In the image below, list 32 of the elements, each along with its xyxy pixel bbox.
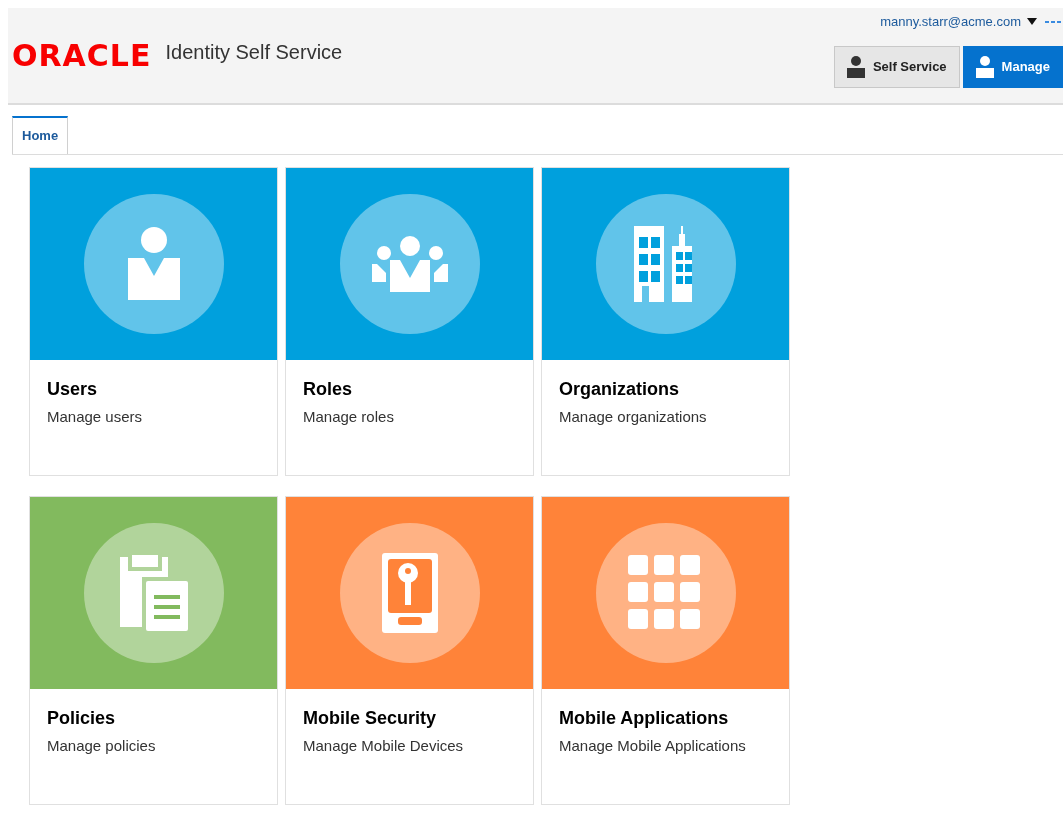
user-icon (125, 226, 182, 302)
more-icon[interactable] (1043, 18, 1063, 25)
tile-card[interactable]: Mobile Applications Manage Mobile Applications (541, 496, 790, 805)
tile-subtitle: Manage Mobile Devices (303, 736, 465, 756)
tile-subtitle: Manage roles (303, 407, 395, 427)
tile-subtitle: Manage Mobile Applications (559, 736, 747, 756)
product-name: Identity Self Service (165, 40, 343, 65)
tile-card[interactable]: Roles Manage roles (285, 167, 534, 476)
home-tab[interactable]: Home (12, 116, 69, 154)
tile-card[interactable]: Policies Manage policies (29, 496, 278, 805)
tile-title: Organizations (559, 378, 680, 401)
tile-card[interactable]: Mobile Security Manage Mobile Devices (285, 496, 534, 805)
tile-title: Mobile Applications (559, 707, 730, 730)
tile-title: Policies (47, 707, 117, 730)
tile-title: Mobile Security (303, 707, 438, 730)
document-icon (119, 555, 188, 631)
tile-title: Users (47, 378, 99, 401)
tile-card[interactable]: Organizations Manage organizations (541, 167, 790, 476)
user-menu[interactable]: manny.starr@acme.com (880, 12, 1021, 32)
tile-subtitle: Manage users (47, 407, 144, 427)
self-service-button[interactable]: Self Service (833, 45, 960, 88)
tile-subtitle: Manage policies (47, 736, 157, 756)
manage-button[interactable]: Manage (962, 45, 1063, 88)
person-icon (846, 55, 865, 78)
group-icon (371, 236, 448, 292)
caret-icon[interactable] (1027, 18, 1037, 26)
brand-logo: ORACLE (12, 36, 152, 75)
tile-title: Roles (303, 378, 354, 401)
person-icon (975, 55, 994, 78)
tile-card[interactable]: Users Manage users (29, 167, 278, 476)
tile-subtitle: Manage organizations (559, 407, 708, 427)
phone-key-icon (381, 553, 438, 633)
